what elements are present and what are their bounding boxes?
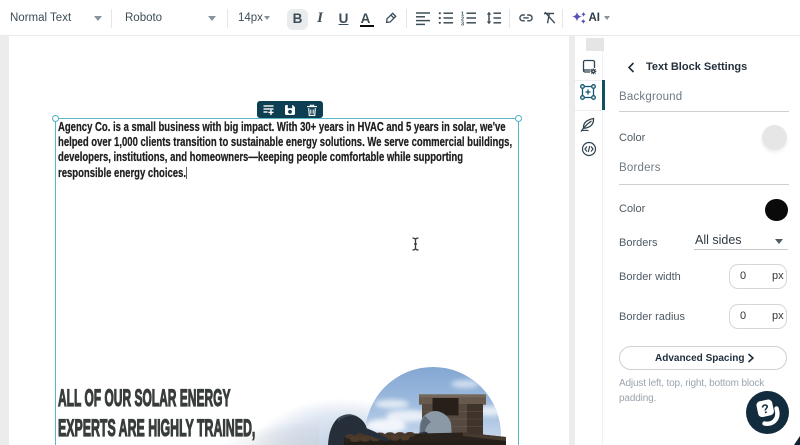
svg-text:3: 3: [461, 21, 464, 26]
